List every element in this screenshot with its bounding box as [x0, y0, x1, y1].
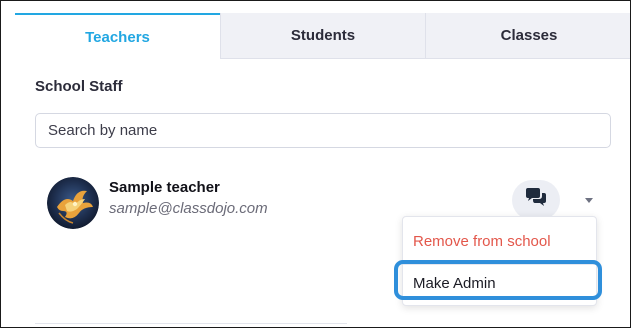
tab-classes[interactable]: Classes [425, 13, 630, 59]
tab-teachers-label: Teachers [85, 28, 150, 46]
section-title: School Staff [35, 78, 123, 95]
tab-teachers[interactable]: Teachers [15, 13, 220, 59]
tab-students-label: Students [290, 27, 356, 44]
divider [35, 323, 347, 324]
menu-divider [403, 264, 596, 265]
chat-bubbles-icon [524, 187, 548, 214]
more-options-button[interactable] [580, 191, 598, 209]
search-input[interactable] [35, 113, 611, 148]
message-button[interactable] [512, 180, 560, 220]
teacher-email: sample@classdojo.com [109, 200, 268, 217]
remove-from-school-item[interactable]: Remove from school [413, 233, 551, 250]
tab-bar: Teachers Students Classes [15, 13, 630, 59]
tab-students[interactable]: Students [220, 13, 425, 59]
teacher-name: Sample teacher [109, 179, 220, 196]
school-staff-panel: Teachers Students Classes School Staff S… [0, 0, 631, 328]
caret-down-icon [585, 191, 593, 209]
tab-classes-label: Classes [500, 27, 558, 44]
make-admin-item[interactable]: Make Admin [413, 275, 496, 292]
phoenix-avatar-icon [47, 177, 99, 229]
staff-options-menu: Remove from school Make Admin [402, 216, 597, 306]
